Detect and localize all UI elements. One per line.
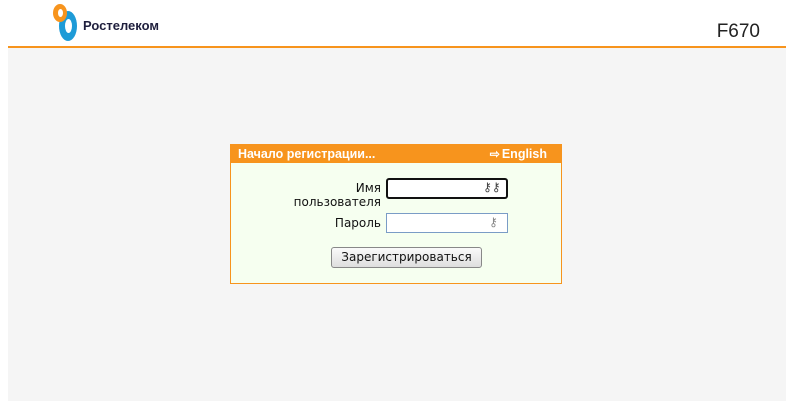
arrow-right-icon: ⇨	[489, 147, 500, 161]
login-panel: Начало регистрации... ⇨ English Имя польз…	[230, 144, 562, 284]
brand-name: Ростелеком	[83, 18, 159, 33]
device-model: F670	[716, 21, 760, 42]
header: Ростелеком F670	[0, 0, 804, 47]
key-icon: ⚷	[489, 215, 498, 229]
login-title: Начало регистрации...	[238, 147, 376, 161]
login-button[interactable]: Зарегистрироваться	[331, 247, 482, 268]
password-label: Пароль	[334, 216, 381, 230]
language-link-label: English	[501, 147, 547, 161]
rostelecom-logo	[53, 4, 77, 41]
login-panel-header: Начало регистрации... ⇨ English	[231, 145, 561, 163]
username-label: Имя пользователя	[293, 181, 381, 209]
key-icon: ⚷⚷	[483, 180, 501, 194]
language-link[interactable]: ⇨ English	[490, 147, 547, 161]
